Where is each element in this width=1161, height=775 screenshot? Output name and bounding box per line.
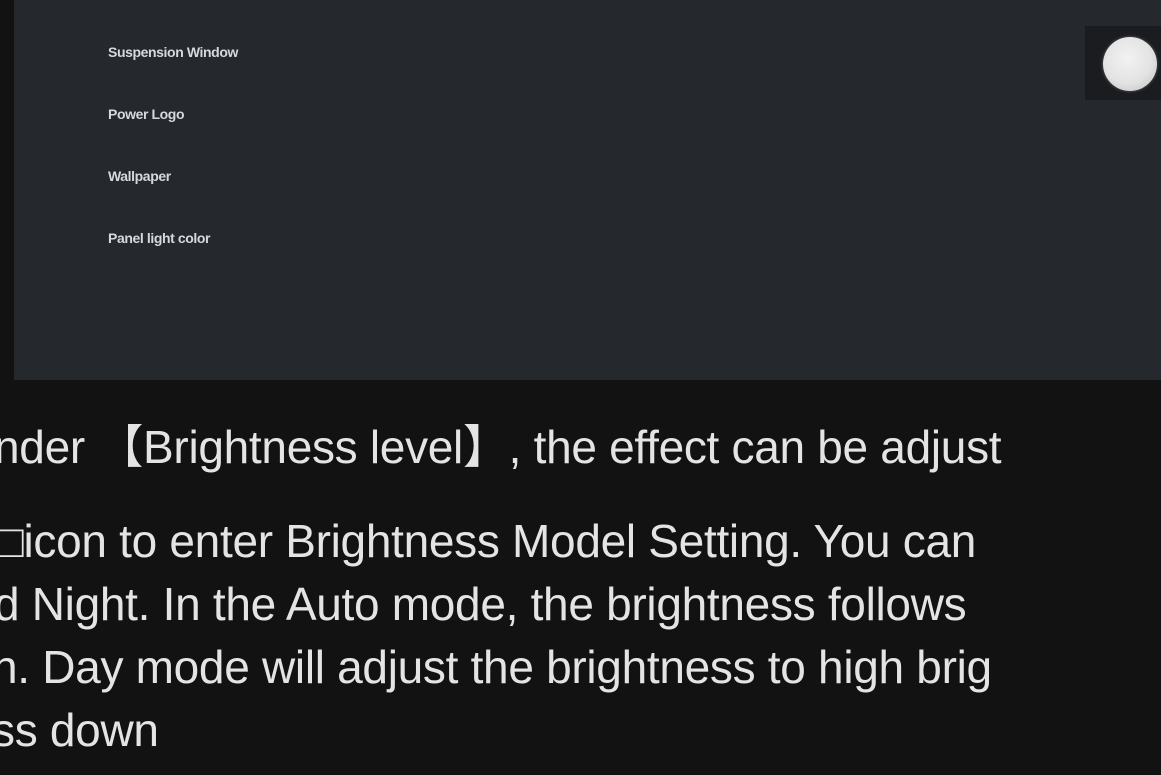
settings-screen: Suspension Window Power Logo Wallpaper P… (14, 0, 1161, 380)
manual-line-1: nder 【Brightness level】, the effect can … (0, 421, 1002, 473)
suspension-window-toggle[interactable] (1085, 26, 1161, 100)
settings-item-power-logo[interactable]: Power Logo (108, 106, 185, 122)
toggle-knob (1103, 37, 1157, 91)
settings-item-wallpaper[interactable]: Wallpaper (108, 168, 171, 184)
settings-item-suspension-window[interactable]: Suspension Window (108, 44, 238, 60)
settings-item-panel-light-color[interactable]: Panel light color (108, 230, 211, 246)
manual-line-4: n. Day mode will adjust the brightness t… (0, 641, 992, 693)
manual-line-2: □icon to enter Brightness Model Setting.… (0, 515, 977, 567)
manual-line-5: ss down (0, 704, 159, 756)
manual-line-3: d Night. In the Auto mode, the brightnes… (0, 578, 967, 630)
